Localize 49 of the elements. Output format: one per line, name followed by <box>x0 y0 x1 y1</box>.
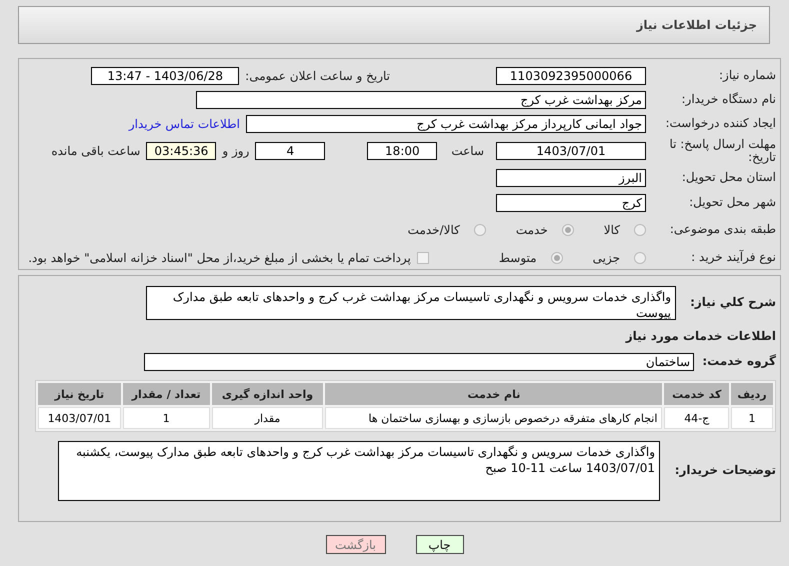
field-label: نوع فرآیند خرید : <box>690 251 776 265</box>
option-label: جزیی <box>592 251 620 265</box>
field-label: طبقه بندی موضوعی: <box>668 223 776 237</box>
remaining-time-field: 03:45:36 <box>146 142 216 160</box>
days-field: 4 <box>255 142 326 160</box>
section-title: اطلاعات خدمات مورد نیاز <box>626 329 776 343</box>
announce-date-field: 1403/06/28 - 13:47 <box>91 67 240 85</box>
deadline-time-field: 18:00 <box>367 142 438 160</box>
option-label: کالا/خدمت <box>408 223 460 237</box>
field-label: گروه خدمت: <box>701 355 776 369</box>
table-cell: 1 <box>122 407 210 429</box>
table-cell: 1403/07/01 <box>38 407 121 429</box>
option-label: متوسط <box>498 251 537 265</box>
creator-field: جواد ایمانی کارپرداز مرکز بهداشت غرب کرج <box>246 115 646 133</box>
column-header: تعداد / مقدار <box>122 383 210 405</box>
deadline-date-field: 1403/07/01 <box>496 142 646 160</box>
table-cell: انجام کارهای متفرقه درخصوص بازسازی و بهسازی ساختمان ها <box>325 407 662 429</box>
option-label: کالا <box>604 223 620 237</box>
treasury-note: پرداخت تمام یا بخشی از مبلغ خرید،از محل "اسناد خزانه اسلامی" خواهد بود. <box>28 251 411 265</box>
field-label: شرح کلي نياز: <box>689 296 776 310</box>
option-label: خدمت <box>516 223 548 237</box>
time-label: ساعت <box>451 144 484 158</box>
table-cell: مقدار <box>212 407 324 429</box>
column-header: کد خدمت <box>664 383 730 405</box>
city-field: کرج <box>496 194 646 212</box>
days-label: روز و <box>222 144 250 158</box>
table-cell: ج-44 <box>664 407 730 429</box>
field-label: شهر محل تحویل: <box>688 196 776 210</box>
field-label: تاریخ و ساعت اعلان عمومی: <box>245 69 390 83</box>
notes-textarea[interactable]: واگذاری خدمات سرویس و نگهداری تاسیسات مرکز بهداشت غرب کرج و واحدهای تابعه طبق مدارک پیوست، یکشنبه 1403/07/01 ساعت 11-10 صبح <box>58 441 660 501</box>
field-label: نام دستگاه خریدار: <box>680 93 776 107</box>
service-group-field: ساختمان <box>144 353 694 371</box>
buyer-field: مرکز بهداشت غرب کرج <box>196 91 646 109</box>
column-header: تاریخ نیاز <box>38 383 121 405</box>
field-label: مهلت ارسال پاسخ: تا تاریخ: <box>668 138 776 164</box>
field-label: ایجاد کننده درخواست: <box>664 117 776 131</box>
field-label: توضیحات خریدار: <box>674 464 776 478</box>
table-cell: 1 <box>731 407 773 429</box>
column-header: واحد اندازه گیری <box>212 383 324 405</box>
page-title: جزئیات اطلاعات نیاز <box>636 18 757 32</box>
need-number-field: 1103092395000066 <box>496 67 646 85</box>
field-label: استان محل تحویل: <box>680 171 776 185</box>
remaining-label: ساعت باقی مانده <box>51 144 140 158</box>
province-field: البرز <box>496 169 646 187</box>
field-label: شماره نیاز: <box>718 69 776 83</box>
column-header: نام خدمت <box>325 383 662 405</box>
print-button[interactable]: چاپ <box>416 535 464 554</box>
contact-link[interactable]: اطلاعات تماس خریدار <box>128 117 240 131</box>
column-header: ردیف <box>731 383 773 405</box>
